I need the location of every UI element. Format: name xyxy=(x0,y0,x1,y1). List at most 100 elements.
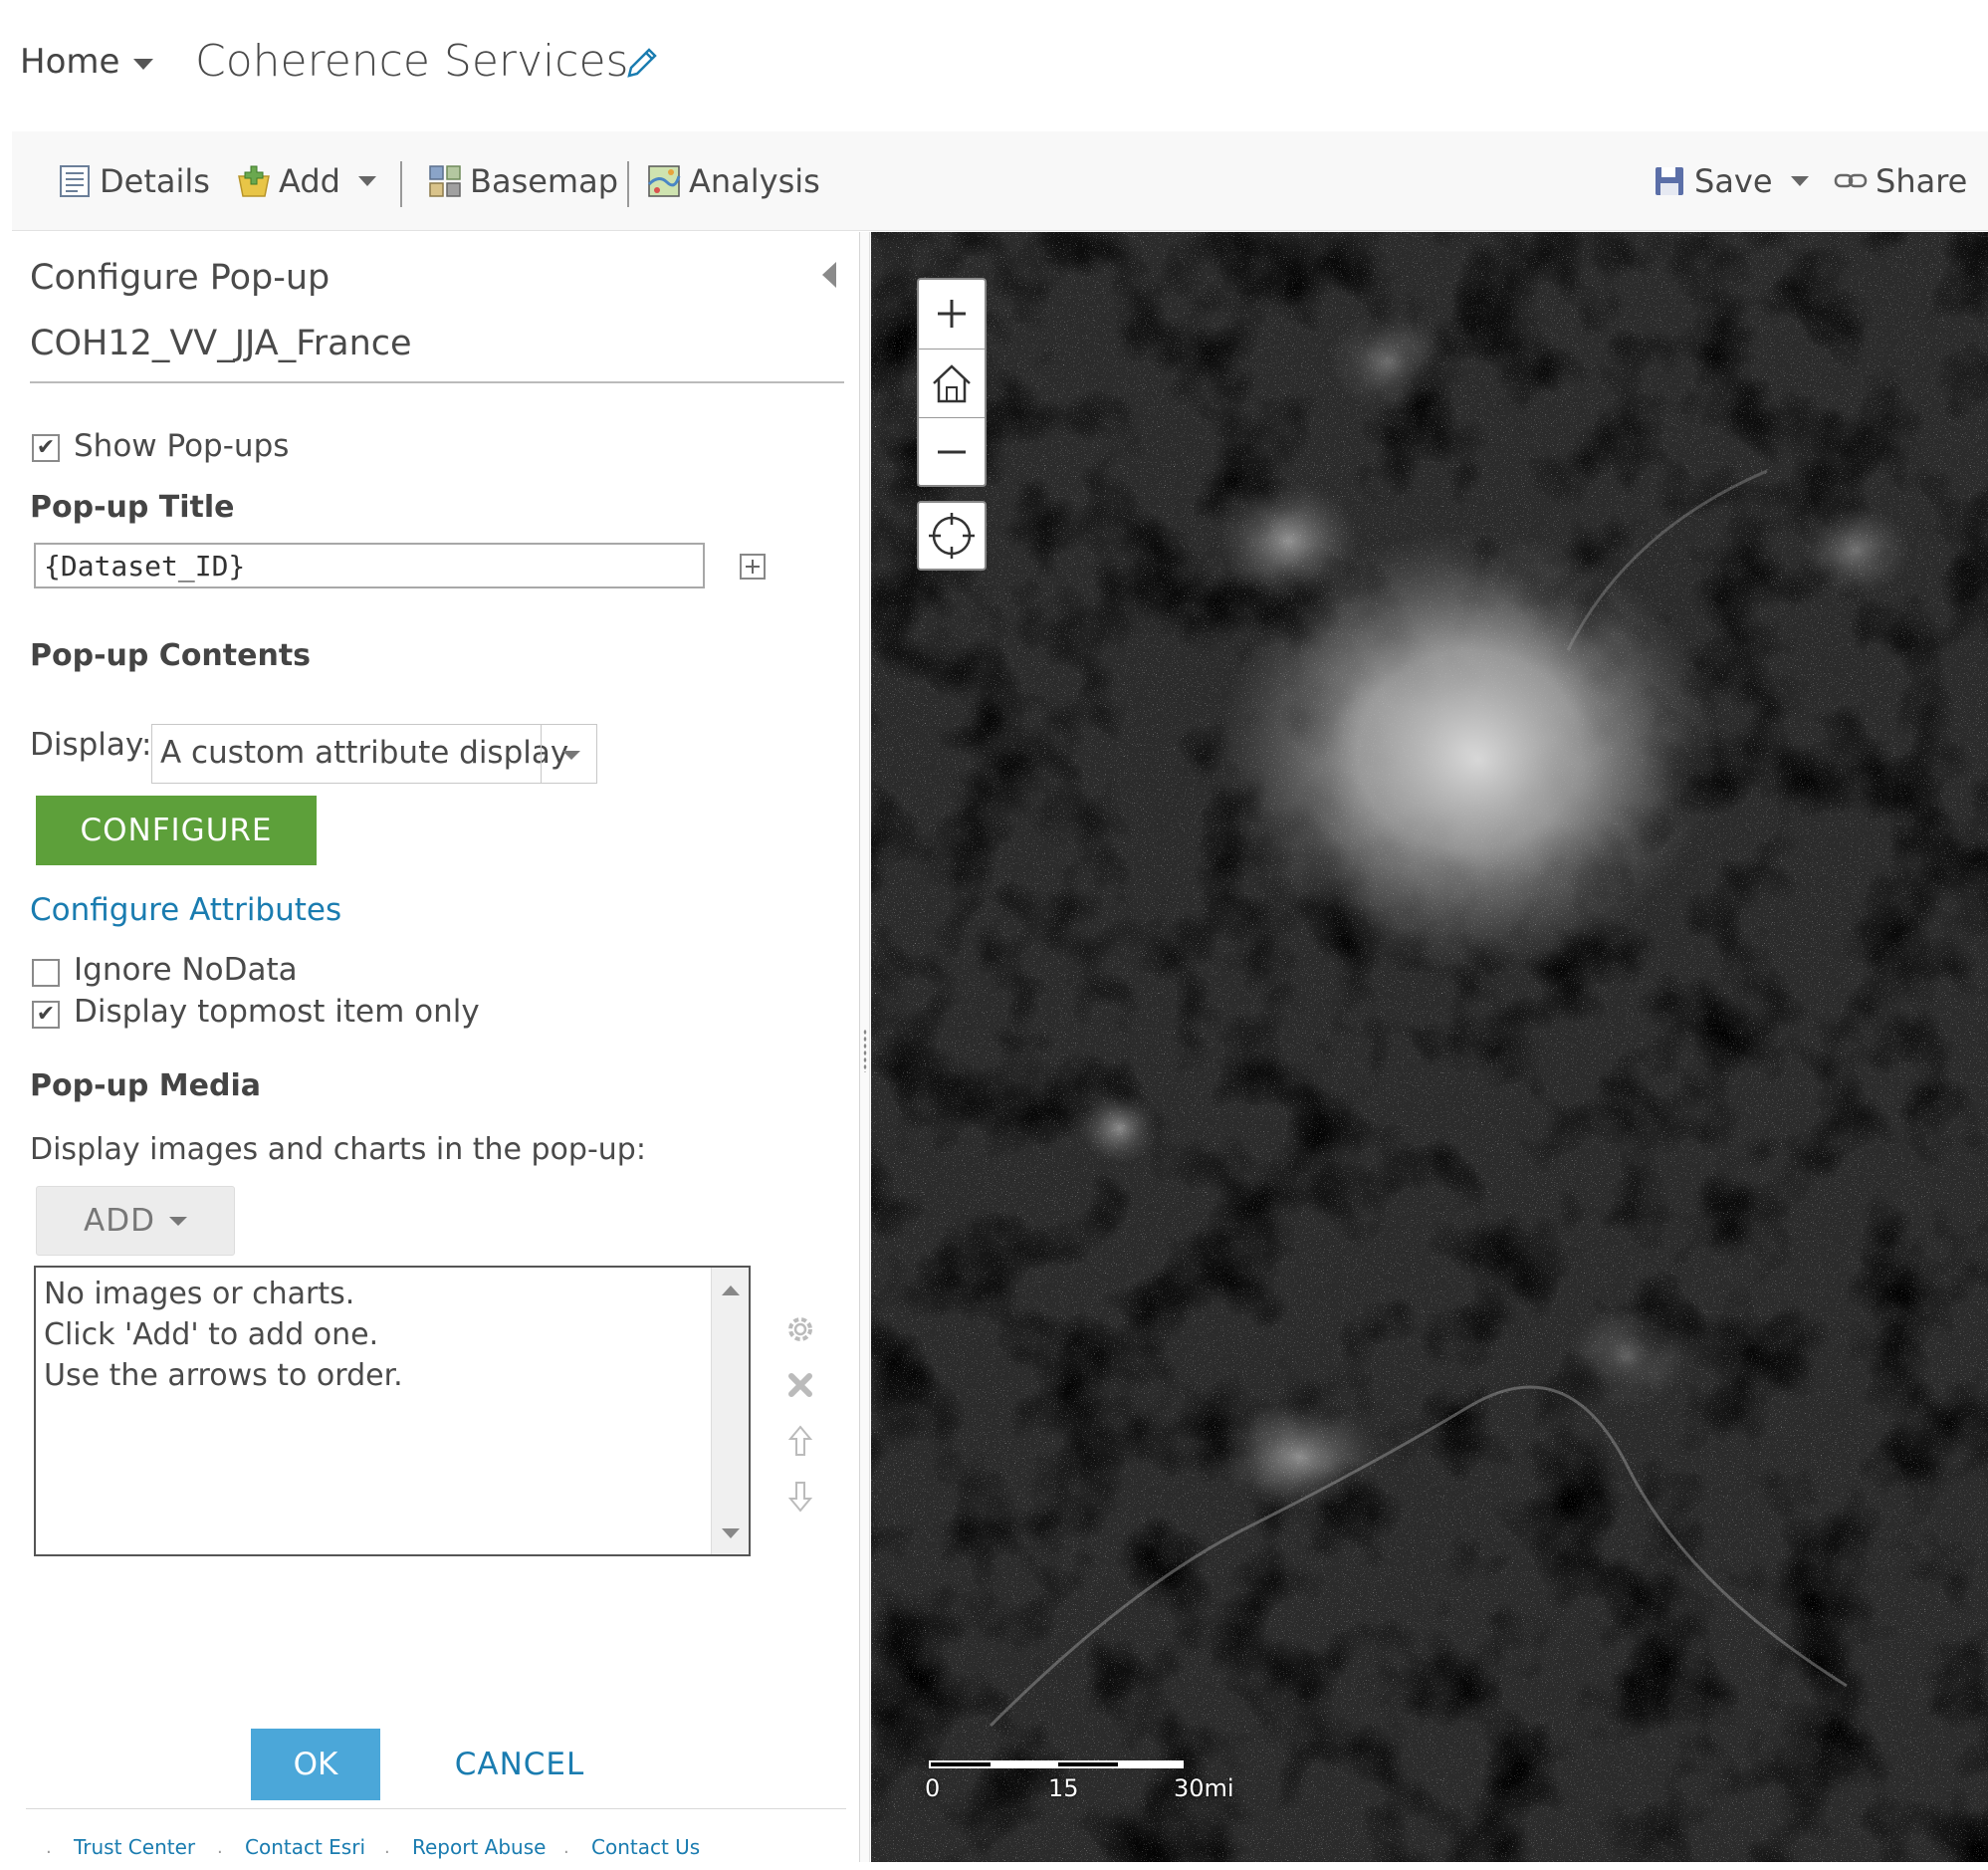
home-menu[interactable]: Home xyxy=(20,42,154,82)
layer-name: COH12_VV_JJA_France xyxy=(30,324,412,363)
configure-button[interactable]: CONFIGURE xyxy=(36,796,317,865)
home-label: Home xyxy=(20,42,120,82)
pencil-icon[interactable] xyxy=(621,44,661,84)
locate-icon xyxy=(929,513,975,559)
toolbar-divider xyxy=(400,161,402,207)
save-button[interactable]: Save xyxy=(1653,159,1809,203)
analysis-label: Analysis xyxy=(689,162,820,200)
scale-label-30: 30mi xyxy=(1174,1774,1234,1802)
add-media-button[interactable]: ADD xyxy=(36,1186,235,1256)
show-popups-label: Show Pop-ups xyxy=(74,428,290,464)
footer: . Trust Center . Contact Esri . Report A… xyxy=(26,1808,846,1862)
panel-splitter[interactable] xyxy=(860,232,870,1862)
list-item: Click 'Add' to add one. xyxy=(44,1317,379,1352)
popup-media-heading: Pop-up Media xyxy=(30,1068,262,1103)
separator: . xyxy=(46,1837,52,1858)
details-label: Details xyxy=(100,162,210,200)
add-media-label: ADD xyxy=(84,1203,155,1239)
details-icon xyxy=(60,165,90,197)
basemap-button[interactable]: Basemap xyxy=(428,159,618,203)
map-title: Coherence Services xyxy=(195,36,629,87)
configure-attributes-link[interactable]: Configure Attributes xyxy=(30,892,341,928)
close-icon[interactable] xyxy=(782,1367,818,1403)
scale-segment xyxy=(929,1760,993,1768)
add-field-icon[interactable] xyxy=(739,553,767,581)
zoom-control xyxy=(917,278,987,487)
ignore-nodata-checkbox[interactable] xyxy=(32,959,60,987)
drag-handle-icon xyxy=(863,1029,867,1072)
toolbar: Details Add Basemap Analysis Save Share xyxy=(12,131,1988,231)
add-layer-icon xyxy=(238,165,270,197)
configure-popup-panel: Configure Pop-up COH12_VV_JJA_France ✔ S… xyxy=(12,232,860,1862)
save-icon xyxy=(1656,167,1683,195)
chevron-down-icon xyxy=(1790,176,1809,186)
scale-bar: 0 15 30mi xyxy=(925,1760,1234,1830)
locate-button[interactable] xyxy=(917,501,987,571)
separator: . xyxy=(384,1837,390,1858)
scale-segment xyxy=(993,1760,1056,1768)
footer-link-report-abuse[interactable]: Report Abuse xyxy=(412,1835,546,1859)
media-list[interactable]: No images or charts. Click 'Add' to add … xyxy=(34,1266,751,1556)
home-extent-button[interactable] xyxy=(919,349,985,416)
plus-icon xyxy=(938,300,966,328)
chevron-down-icon xyxy=(357,176,376,186)
app-header: Home Coherence Services xyxy=(0,0,1988,129)
display-select[interactable]: A custom attribute display xyxy=(151,724,597,784)
arrow-down-icon[interactable] xyxy=(782,1479,818,1515)
analysis-button[interactable]: Analysis xyxy=(647,159,820,203)
scroll-up-icon[interactable] xyxy=(722,1286,740,1295)
coherence-imagery xyxy=(871,232,1988,1862)
separator: . xyxy=(217,1837,223,1858)
checkmark-icon: ✔ xyxy=(36,435,56,460)
chevron-down-icon xyxy=(168,1216,187,1226)
scale-segment xyxy=(1120,1760,1184,1768)
toolbar-divider xyxy=(627,161,629,207)
details-button[interactable]: Details xyxy=(58,159,210,203)
arrow-up-icon[interactable] xyxy=(782,1423,818,1459)
list-item: Use the arrows to order. xyxy=(44,1358,403,1393)
media-list-scrollbar[interactable] xyxy=(711,1268,749,1554)
footer-link-contact-esri[interactable]: Contact Esri xyxy=(245,1835,365,1859)
popup-title-input[interactable] xyxy=(34,543,705,588)
chevron-down-icon xyxy=(562,751,580,760)
cancel-button[interactable]: CANCEL xyxy=(420,1729,619,1800)
chevron-down-icon xyxy=(133,58,154,70)
link-icon xyxy=(1834,173,1868,188)
popup-title-heading: Pop-up Title xyxy=(30,490,235,525)
select-divider xyxy=(541,725,542,783)
topmost-only-checkbox[interactable]: ✔ xyxy=(32,1001,60,1029)
ignore-nodata-label: Ignore NoData xyxy=(74,952,298,988)
map-view[interactable]: 0 15 30mi xyxy=(871,232,1988,1862)
minus-icon xyxy=(938,450,966,453)
zoom-in-button[interactable] xyxy=(919,280,985,348)
popup-contents-heading: Pop-up Contents xyxy=(30,638,312,673)
zoom-out-button[interactable] xyxy=(919,417,985,485)
media-list-empty-text: No images or charts. Click 'Add' to add … xyxy=(44,1274,403,1396)
share-button[interactable]: Share xyxy=(1834,159,1967,203)
panel-title: Configure Pop-up xyxy=(30,258,331,298)
show-popups-checkbox[interactable]: ✔ xyxy=(32,434,60,462)
topmost-only-label: Display topmost item only xyxy=(74,994,480,1030)
display-label: Display: xyxy=(30,727,152,763)
collapse-panel-icon[interactable] xyxy=(822,262,836,288)
save-label: Save xyxy=(1694,162,1773,200)
divider xyxy=(30,381,844,383)
media-description: Display images and charts in the pop-up: xyxy=(30,1132,646,1167)
analysis-icon xyxy=(647,165,681,197)
gear-icon[interactable] xyxy=(782,1311,818,1347)
add-label: Add xyxy=(279,162,340,200)
add-button[interactable]: Add xyxy=(237,159,376,203)
list-item: No images or charts. xyxy=(44,1277,355,1311)
home-icon xyxy=(933,363,971,402)
basemap-icon xyxy=(429,165,461,197)
basemap-label: Basemap xyxy=(470,162,619,200)
scale-label-15: 15 xyxy=(1048,1774,1079,1802)
scale-segment xyxy=(1056,1760,1120,1768)
share-label: Share xyxy=(1876,162,1968,200)
ok-button[interactable]: OK xyxy=(251,1729,380,1800)
display-select-value: A custom attribute display xyxy=(160,735,569,771)
footer-link-trust-center[interactable]: Trust Center xyxy=(74,1835,195,1859)
scroll-down-icon[interactable] xyxy=(722,1528,740,1538)
scale-label-0: 0 xyxy=(925,1774,941,1802)
footer-link-contact-us[interactable]: Contact Us xyxy=(591,1835,700,1859)
